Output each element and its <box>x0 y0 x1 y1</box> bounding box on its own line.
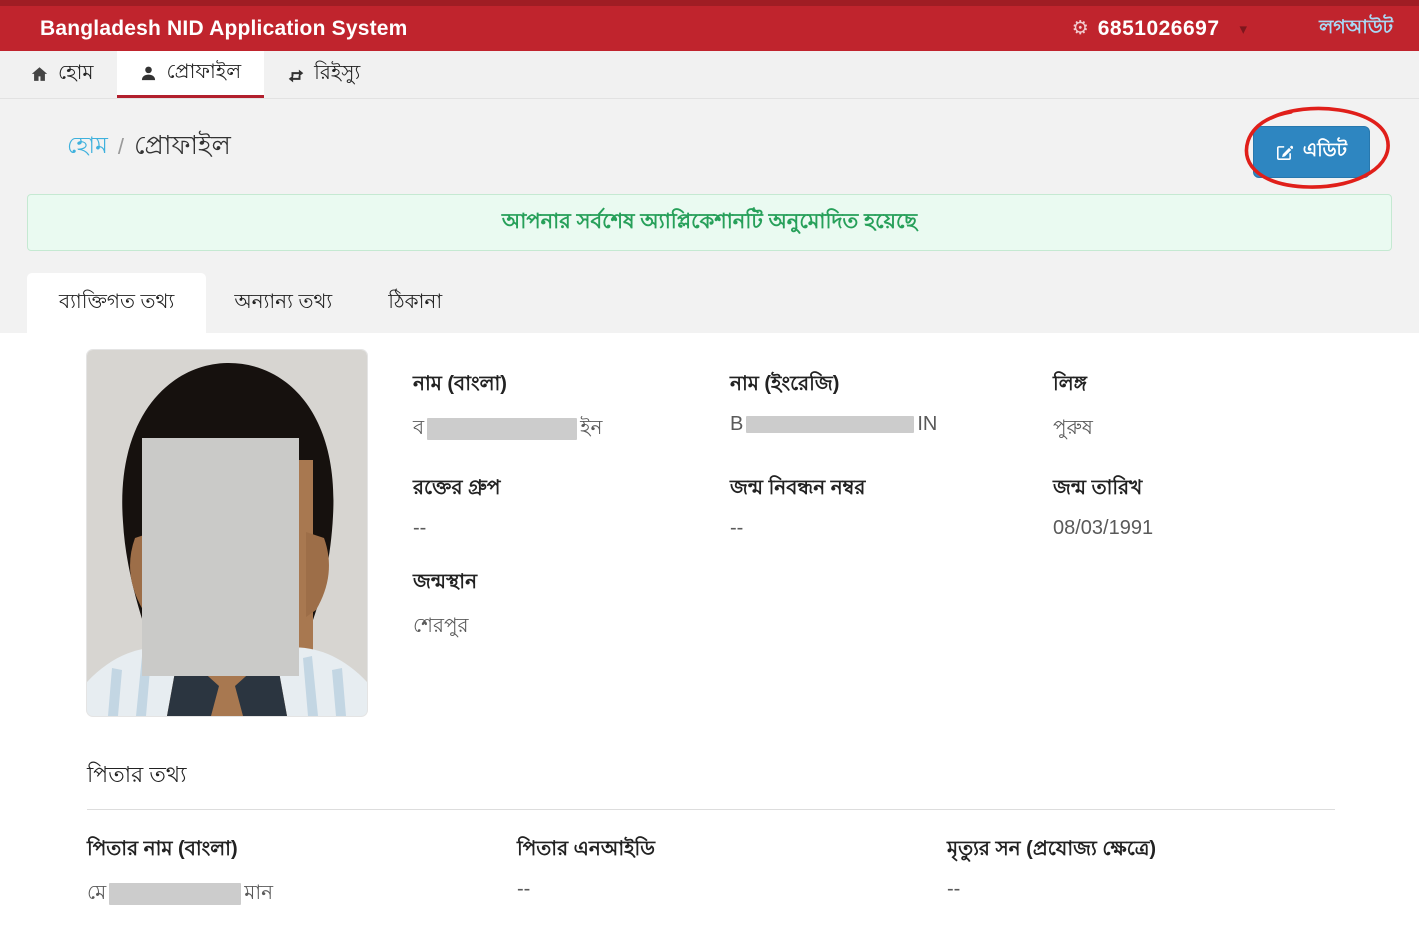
field-label: পিতার এনআইডি <box>517 838 655 860</box>
nav-item-label: হোম <box>58 62 94 84</box>
edit-button-label: এডিট <box>1302 140 1347 161</box>
redaction-box <box>109 882 242 905</box>
field-value: -- <box>413 517 427 539</box>
portrait-image <box>87 350 367 716</box>
gear-icon[interactable]: ⚙ <box>1072 17 1089 40</box>
tab-address[interactable]: ঠিকানা <box>360 273 470 333</box>
main-nav: হোম প্রোফাইল রিইস্যু <box>0 51 1419 99</box>
chevron-down-icon[interactable]: ▾ <box>1240 20 1248 38</box>
field-value: পুরুষ <box>1053 417 1093 439</box>
field-label: লিঙ্গ <box>1053 373 1087 395</box>
field-date-of-birth: জন্ম তারিখ 08/03/1991 <box>1053 473 1392 540</box>
approval-alert-text: আপনার সর্বশেষ অ্যাপ্লিকেশানটি অনুমোদিত হ… <box>501 210 918 233</box>
app-title: Bangladesh NID Application System <box>40 16 408 40</box>
page-title: প্রোফাইল <box>133 129 231 160</box>
field-value: মে মান <box>87 882 274 905</box>
profile-tabs: ব্যাক্তিগত তথ্য অন্যান্য তথ্য ঠিকানা <box>27 273 1419 333</box>
field-value: ব ইন <box>413 417 603 440</box>
field-name-bangla: নাম (বাংলা) ব ইন <box>413 369 730 446</box>
field-birthplace: জন্মস্থান শেরপুর <box>413 567 730 644</box>
field-birth-registration-number: জন্ম নিবন্ধন নম্বর -- <box>730 473 1053 540</box>
field-label: রক্তের গ্রুপ <box>413 477 501 499</box>
edit-button-area: এডিট <box>1244 106 1390 189</box>
field-value: 08/03/1991 <box>1053 517 1154 539</box>
edit-button[interactable]: এডিট <box>1252 126 1370 178</box>
redaction-box <box>427 417 578 440</box>
profile-photo <box>87 350 367 716</box>
field-label: জন্ম তারিখ <box>1053 477 1143 499</box>
tab-personal-info[interactable]: ব্যাক্তিগত তথ্য <box>27 273 207 333</box>
approval-alert: আপনার সর্বশেষ অ্যাপ্লিকেশানটি অনুমোদিত হ… <box>27 194 1392 251</box>
edit-pencil-square-icon <box>1276 144 1293 161</box>
section-title-father-info: পিতার তথ্য <box>87 758 1335 810</box>
app-header: Bangladesh NID Application System ⚙ 6851… <box>0 0 1419 51</box>
field-label: পিতার নাম (বাংলা) <box>87 838 238 860</box>
nav-item-label: প্রোফাইল <box>166 60 242 83</box>
nav-item-profile[interactable]: প্রোফাইল <box>116 51 265 98</box>
nav-item-reissue[interactable]: রিইস্যু <box>264 51 383 98</box>
breadcrumb-home-link[interactable]: হোম <box>67 127 108 166</box>
field-label: মৃত্যুর সন (প্রযোজ্য ক্ষেত্রে) <box>947 838 1157 860</box>
user-icon <box>140 65 157 82</box>
field-label: নাম (ইংরেজি) <box>730 373 840 395</box>
field-value: শেরপুর <box>413 615 469 637</box>
field-father-nid: পিতার এনআইডি -- <box>517 834 947 911</box>
field-blood-group: রক্তের গ্রুপ -- <box>413 473 730 540</box>
page-content: হোম / প্রোফাইল এডিট আপনার সর্বশেষ অ্যাপ্… <box>0 99 1419 951</box>
field-gender: লিঙ্গ পুরুষ <box>1053 369 1392 446</box>
field-value: -- <box>947 878 961 900</box>
personal-info-panel: নাম (বাংলা) ব ইন নাম (ইংরেজি) B IN লিঙ্গ প… <box>0 333 1419 951</box>
field-value: B IN <box>730 413 938 435</box>
nav-item-home[interactable]: হোম <box>8 51 117 98</box>
redaction-box <box>746 416 915 434</box>
reissue-icon <box>287 66 304 83</box>
field-label: জন্মস্থান <box>413 571 478 593</box>
field-label: নাম (বাংলা) <box>413 373 507 395</box>
field-father-death-year: মৃত্যুর সন (প্রযোজ্য ক্ষেত্রে) -- <box>947 834 1335 911</box>
father-info-section: পিতার তথ্য পিতার নাম (বাংলা) মে মান পিতার… <box>87 758 1335 911</box>
field-label: জন্ম নিবন্ধন নম্বর <box>730 477 866 499</box>
header-right: ⚙ 6851026697 ▾ লগআউট <box>1072 13 1393 45</box>
tab-other-info[interactable]: অন্যান্য তথ্য <box>206 273 360 333</box>
personal-fields: নাম (বাংলা) ব ইন নাম (ইংরেজি) B IN লিঙ্গ প… <box>413 350 1392 716</box>
field-name-english: নাম (ইংরেজি) B IN <box>730 369 1053 446</box>
field-value: -- <box>730 517 744 539</box>
home-icon <box>31 66 48 83</box>
father-fields: পিতার নাম (বাংলা) মে মান পিতার এনআইডি -- … <box>87 834 1335 911</box>
user-id-dropdown[interactable]: 6851026697 <box>1098 17 1220 41</box>
field-father-name-bangla: পিতার নাম (বাংলা) মে মান <box>87 834 517 911</box>
logout-link[interactable]: লগআউট <box>1319 13 1393 45</box>
breadcrumb-separator: / <box>117 133 124 159</box>
field-value: -- <box>517 878 531 900</box>
breadcrumb-row: হোম / প্রোফাইল এডিট <box>0 99 1419 194</box>
nav-item-label: রিইস্যু <box>314 62 361 84</box>
